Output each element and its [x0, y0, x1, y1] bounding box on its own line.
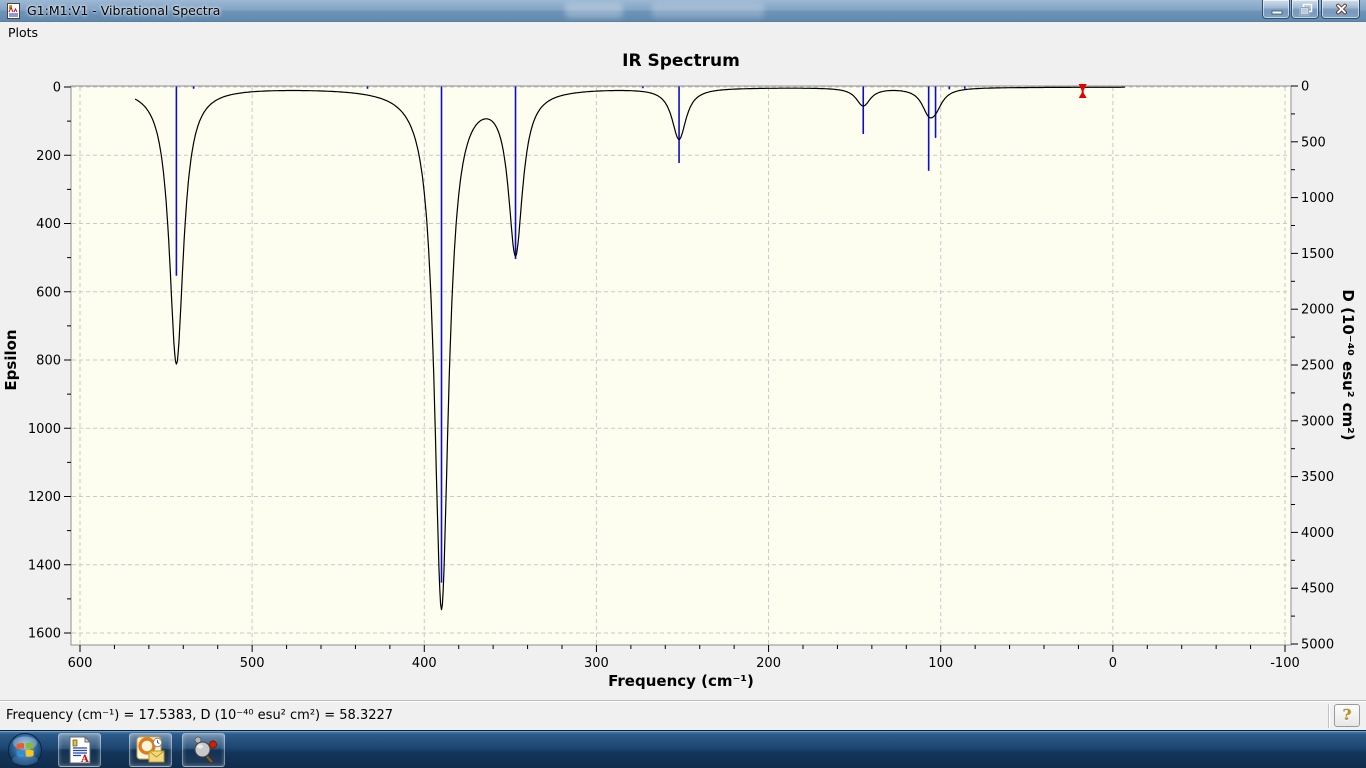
close-button[interactable]: [1321, 0, 1360, 19]
close-icon: [1336, 3, 1347, 15]
titlebar-glass-reflection: [565, 3, 623, 18]
y-right-tick-label: 5000: [1301, 638, 1334, 653]
status-bar: Frequency (cm⁻¹) = 17.5383, D (10⁻⁴⁰ esu…: [0, 700, 1366, 730]
x-tick-label: 300: [584, 656, 609, 671]
taskbar-app-outlook[interactable]: [129, 733, 172, 767]
y-left-tick-label: 600: [36, 285, 61, 300]
minimize-icon: [1271, 10, 1283, 15]
y-left-tick-label: 1200: [28, 490, 61, 505]
x-tick-label: -100: [1270, 656, 1300, 671]
y-left-tick-label: 1000: [28, 422, 61, 437]
y-right-tick-label: 4000: [1301, 526, 1334, 541]
y-right-tick-label: 1500: [1301, 247, 1334, 262]
window-titlebar[interactable]: G1:M1:V1 - Vibrational Spectra: [0, 0, 1366, 22]
right-y-axis-title: D (10⁻⁴⁰ esu² cm²): [1339, 289, 1357, 441]
cursor-readout-text: Frequency (cm⁻¹) = 17.5383, D (10⁻⁴⁰ esu…: [6, 708, 394, 723]
y-left-tick-label: 1400: [28, 558, 61, 573]
menu-item-plots[interactable]: Plots: [0, 23, 46, 43]
y-right-tick-label: 2000: [1301, 303, 1334, 318]
y-right-tick-label: 0: [1301, 80, 1309, 95]
y-right-tick-label: 1000: [1301, 191, 1334, 206]
desktop-screen: 600 500 400 300 200 100 0 -100 0 200 400 600 800 1000…: [0, 0, 1366, 768]
text-document-icon: A: [69, 736, 91, 764]
y-right-tick-label: 2500: [1301, 359, 1334, 374]
x-tick-label: 100: [928, 656, 953, 671]
start-button[interactable]: [7, 732, 43, 768]
restore-button[interactable]: [1291, 0, 1319, 19]
chart-title: IR Spectrum: [622, 51, 740, 71]
y-left-tick-label: 1600: [28, 627, 61, 642]
minimize-button[interactable]: [1262, 0, 1290, 19]
y-right-tick-label: 3000: [1301, 414, 1334, 429]
status-separator: [1328, 704, 1330, 728]
svg-text:A: A: [80, 754, 89, 764]
window-title: G1:M1:V1 - Vibrational Spectra: [27, 3, 221, 18]
left-y-axis-title: Epsilon: [2, 329, 20, 391]
titlebar-glass-reflection: [652, 3, 764, 18]
x-tick-label: 0: [1109, 656, 1117, 671]
x-tick-label: 600: [68, 656, 93, 671]
y-left-tick-label: 400: [36, 217, 61, 232]
plot-area[interactable]: [71, 86, 1291, 645]
restore-icon: [1299, 3, 1313, 16]
y-left-tick-label: 0: [53, 81, 61, 96]
x-tick-label: 500: [240, 656, 265, 671]
ir-spectrum-chart: 600 500 400 300 200 100 0 -10002004006008001000…: [28, 80, 1334, 672]
y-left-tick-label: 200: [36, 149, 61, 164]
taskbar: A ▲: [0, 730, 1366, 768]
y-right-tick-label: 3500: [1301, 470, 1334, 485]
x-tick-label: 200: [756, 656, 781, 671]
y-right-tick-label: 500: [1301, 135, 1326, 150]
y-left-tick-label: 800: [36, 354, 61, 369]
help-button[interactable]: ?: [1334, 704, 1360, 727]
taskbar-app-molecule-viewer[interactable]: [182, 733, 225, 767]
molecule-search-icon: [194, 736, 217, 764]
x-tick-label: 400: [412, 656, 437, 671]
menu-bar: Plots: [0, 22, 1366, 42]
x-axis-title: Frequency (cm⁻¹): [608, 672, 754, 690]
y-right-tick-label: 4500: [1301, 582, 1334, 597]
spectrum-document-icon: [7, 3, 20, 19]
outlook-icon: [136, 736, 164, 763]
taskbar-app-text-document[interactable]: A: [58, 733, 101, 767]
